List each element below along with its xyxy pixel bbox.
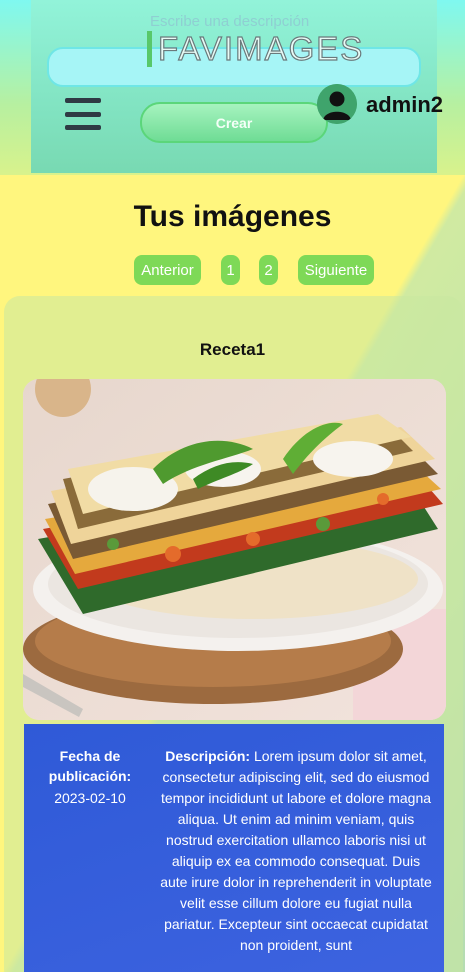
description-label: Descripción: [165, 748, 251, 764]
logo-accent-bar [147, 31, 152, 67]
user-silhouette-icon [317, 84, 357, 124]
search-placeholder-text: Escribe una descripción [150, 13, 310, 30]
user-avatar-icon[interactable] [317, 84, 357, 124]
lasagna-illustration [23, 379, 446, 720]
publication-date-value: 2023-02-10 [54, 790, 126, 806]
hamburger-menu-icon[interactable] [65, 98, 101, 130]
menu-line [65, 111, 101, 117]
username-label[interactable]: admin2 [366, 92, 443, 118]
pagination-prev-button[interactable]: Anterior [134, 255, 201, 285]
menu-line [65, 125, 101, 130]
logo-text: FAVIMAGES [157, 29, 365, 67]
card-title: Receta1 [199, 340, 266, 359]
description-text: Descripción: Lorem ipsum dolor sit amet,… [158, 746, 434, 956]
pagination-page-2[interactable]: 2 [259, 255, 278, 285]
app-logo: FAVIMAGES [147, 29, 365, 68]
publication-date-label: Fecha de publicación: [48, 748, 132, 784]
description-body: Lorem ipsum dolor sit amet, consectetur … [160, 748, 432, 953]
pagination-page-1[interactable]: 1 [221, 255, 240, 285]
page-title: Tus imágenes [133, 200, 332, 233]
image-info-panel: Fecha de publicación: 2023-02-10 Descrip… [24, 724, 444, 972]
lasagna-photo[interactable] [23, 379, 446, 720]
create-button[interactable]: Crear [140, 102, 328, 143]
pagination-next-button[interactable]: Siguiente [298, 255, 374, 285]
menu-line [65, 98, 101, 103]
